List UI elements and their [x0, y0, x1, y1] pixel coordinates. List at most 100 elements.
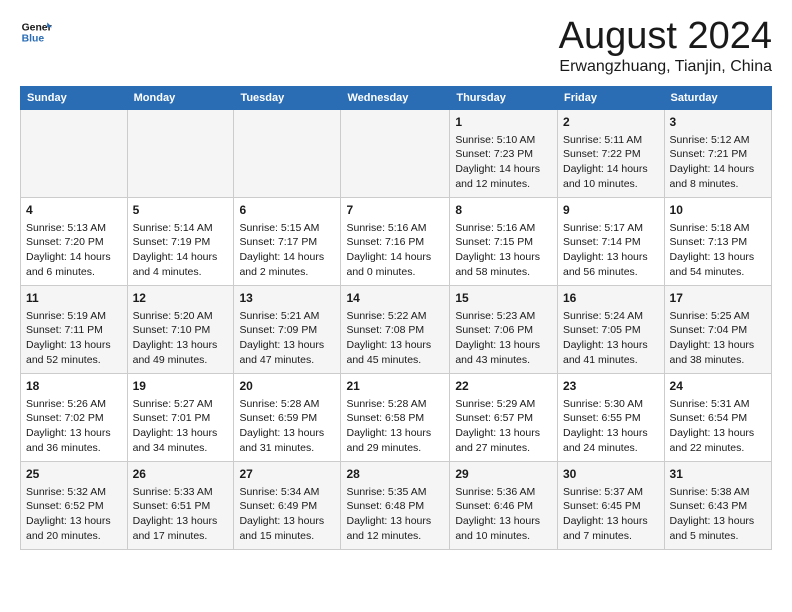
day-number: 21 — [346, 378, 444, 395]
sunrise-text: Sunrise: 5:12 AM — [670, 134, 750, 146]
day-number: 8 — [455, 202, 552, 219]
daylight-text: Daylight: 13 hours and 27 minutes. — [455, 427, 540, 454]
sunset-text: Sunset: 7:01 PM — [133, 412, 211, 424]
day-number: 6 — [239, 202, 335, 219]
header-monday: Monday — [127, 86, 234, 109]
title-section: August 2024 Erwangzhuang, Tianjin, China — [559, 16, 772, 76]
daylight-text: Daylight: 13 hours and 20 minutes. — [26, 515, 111, 542]
calendar-cell: 26Sunrise: 5:33 AMSunset: 6:51 PMDayligh… — [127, 461, 234, 549]
calendar-row: 1Sunrise: 5:10 AMSunset: 7:23 PMDaylight… — [21, 109, 772, 197]
daylight-text: Daylight: 13 hours and 29 minutes. — [346, 427, 431, 454]
daylight-text: Daylight: 13 hours and 15 minutes. — [239, 515, 324, 542]
calendar-cell: 30 Sunrise: 5:37 AM Sunset: 6:45 PM Dayligh… — [558, 461, 665, 549]
sunrise-text: Sunrise: 5:36 AM — [455, 486, 535, 498]
calendar-cell: 9Sunrise: 5:17 AMSunset: 7:14 PMDaylight… — [558, 197, 665, 285]
day-number: 31 — [670, 466, 766, 483]
sunrise-text: Sunrise: 5:15 AM — [239, 222, 319, 234]
daylight-text: Daylight: 13 hours and 47 minutes. — [239, 339, 324, 366]
sunrise-text: Sunrise: 5:30 AM — [563, 398, 643, 410]
sunset-text: Sunset: 6:45 PM — [563, 500, 641, 512]
day-number: 17 — [670, 290, 766, 307]
calendar-cell: 12Sunrise: 5:20 AMSunset: 7:10 PMDayligh… — [127, 285, 234, 373]
calendar-cell: 19Sunrise: 5:27 AMSunset: 7:01 PMDayligh… — [127, 373, 234, 461]
day-number: 10 — [670, 202, 766, 219]
day-number: 27 — [239, 466, 335, 483]
calendar-cell: 2Sunrise: 5:11 AMSunset: 7:22 PMDaylight… — [558, 109, 665, 197]
calendar-row: 25Sunrise: 5:32 AMSunset: 6:52 PMDayligh… — [21, 461, 772, 549]
daylight-text: Daylight: 13 hours and 49 minutes. — [133, 339, 218, 366]
sunrise-text: Sunrise: 5:22 AM — [346, 310, 426, 322]
day-number: 22 — [455, 378, 552, 395]
sunset-text: Sunset: 6:48 PM — [346, 500, 424, 512]
day-number: 14 — [346, 290, 444, 307]
sunrise-text: Sunrise: 5:27 AM — [133, 398, 213, 410]
sunrise-text: Sunrise: 5:28 AM — [346, 398, 426, 410]
calendar-cell: 8Sunrise: 5:16 AMSunset: 7:15 PMDaylight… — [450, 197, 558, 285]
sunset-text: Sunset: 6:54 PM — [670, 412, 748, 424]
day-number: 20 — [239, 378, 335, 395]
sunset-text: Sunset: 7:17 PM — [239, 236, 317, 248]
calendar-cell: 1Sunrise: 5:10 AMSunset: 7:23 PMDaylight… — [450, 109, 558, 197]
calendar-cell — [21, 109, 128, 197]
calendar-cell: 20Sunrise: 5:28 AMSunset: 6:59 PMDayligh… — [234, 373, 341, 461]
calendar-cell: 29Sunrise: 5:36 AMSunset: 6:46 PMDayligh… — [450, 461, 558, 549]
sunrise-text: Sunrise: 5:17 AM — [563, 222, 643, 234]
svg-text:Blue: Blue — [22, 34, 45, 45]
day-number: 23 — [563, 378, 659, 395]
sunset-text: Sunset: 7:14 PM — [563, 236, 641, 248]
sunset-text: Sunset: 7:10 PM — [133, 324, 211, 336]
day-number: 28 — [346, 466, 444, 483]
sunrise-text: Sunrise: 5:33 AM — [133, 486, 213, 498]
logo: General Blue — [20, 16, 52, 48]
day-number: 30 — [563, 466, 659, 483]
daylight-text: Daylight: 14 hours and 10 minutes. — [563, 163, 648, 190]
sunrise-text: Sunrise: 5:29 AM — [455, 398, 535, 410]
sunrise-text: Sunrise: 5:21 AM — [239, 310, 319, 322]
calendar-cell: 31Sunrise: 5:38 AMSunset: 6:43 PMDayligh… — [664, 461, 771, 549]
day-number: 24 — [670, 378, 766, 395]
day-number: 9 — [563, 202, 659, 219]
daylight-text: Daylight: 14 hours and 0 minutes. — [346, 251, 431, 278]
calendar-cell: 3Sunrise: 5:12 AMSunset: 7:21 PMDaylight… — [664, 109, 771, 197]
sunrise-text: Sunrise: 5:10 AM — [455, 134, 535, 146]
day-number: 12 — [133, 290, 229, 307]
sunrise-text: Sunrise: 5:37 AM — [563, 486, 643, 498]
calendar-cell: 18Sunrise: 5:26 AMSunset: 7:02 PMDayligh… — [21, 373, 128, 461]
daylight-text: Daylight: 13 hours and 58 minutes. — [455, 251, 540, 278]
header-sunday: Sunday — [21, 86, 128, 109]
sunset-text: Sunset: 7:23 PM — [455, 148, 533, 160]
calendar-cell — [234, 109, 341, 197]
daylight-text: Daylight: 13 hours and 45 minutes. — [346, 339, 431, 366]
calendar-cell: 6Sunrise: 5:15 AMSunset: 7:17 PMDaylight… — [234, 197, 341, 285]
daylight-text: Daylight: 13 hours and 7 minutes. — [563, 515, 648, 542]
sunrise-text: Sunrise: 5:31 AM — [670, 398, 750, 410]
calendar-cell: 5Sunrise: 5:14 AMSunset: 7:19 PMDaylight… — [127, 197, 234, 285]
logo-icon: General Blue — [20, 16, 52, 48]
sunset-text: Sunset: 7:04 PM — [670, 324, 748, 336]
calendar-cell: 7Sunrise: 5:16 AMSunset: 7:16 PMDaylight… — [341, 197, 450, 285]
daylight-text: Daylight: 14 hours and 12 minutes. — [455, 163, 540, 190]
sunset-text: Sunset: 7:02 PM — [26, 412, 104, 424]
sunrise-text: Sunrise: 5:16 AM — [346, 222, 426, 234]
sunset-text: Sunset: 7:08 PM — [346, 324, 424, 336]
daylight-text: Daylight: 13 hours and 12 minutes. — [346, 515, 431, 542]
calendar-cell: 27Sunrise: 5:34 AMSunset: 6:49 PMDayligh… — [234, 461, 341, 549]
daylight-text: Daylight: 13 hours and 41 minutes. — [563, 339, 648, 366]
daylight-text: Daylight: 13 hours and 54 minutes. — [670, 251, 755, 278]
calendar-cell: 13Sunrise: 5:21 AMSunset: 7:09 PMDayligh… — [234, 285, 341, 373]
sunset-text: Sunset: 7:19 PM — [133, 236, 211, 248]
sunset-text: Sunset: 7:21 PM — [670, 148, 748, 160]
day-number: 4 — [26, 202, 122, 219]
sunset-text: Sunset: 6:49 PM — [239, 500, 317, 512]
month-title: August 2024 — [559, 16, 772, 58]
header-thursday: Thursday — [450, 86, 558, 109]
calendar-cell — [127, 109, 234, 197]
sunrise-text: Sunrise: 5:18 AM — [670, 222, 750, 234]
daylight-text: Daylight: 13 hours and 36 minutes. — [26, 427, 111, 454]
sunset-text: Sunset: 6:51 PM — [133, 500, 211, 512]
daylight-text: Daylight: 14 hours and 6 minutes. — [26, 251, 111, 278]
header-wednesday: Wednesday — [341, 86, 450, 109]
sunset-text: Sunset: 7:05 PM — [563, 324, 641, 336]
daylight-text: Daylight: 13 hours and 10 minutes. — [455, 515, 540, 542]
calendar-cell: 4Sunrise: 5:13 AMSunset: 7:20 PMDaylight… — [21, 197, 128, 285]
